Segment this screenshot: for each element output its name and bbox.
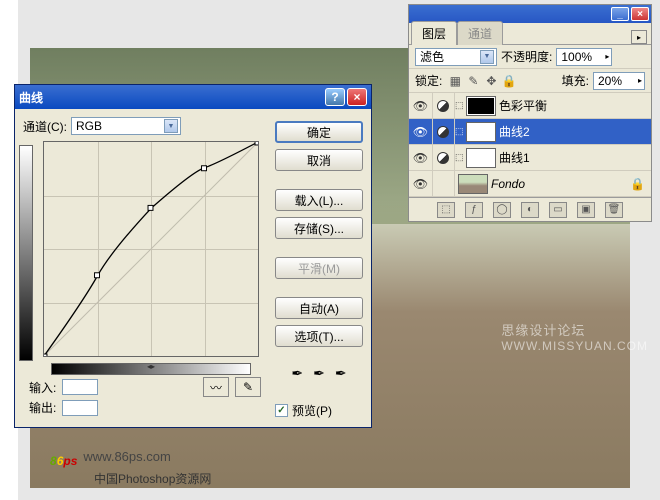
chevron-icon: ▸	[638, 76, 642, 85]
gray-point-eyedropper[interactable]: ✒	[313, 365, 325, 382]
options-button[interactable]: 选项(T)...	[275, 325, 363, 347]
chevron-down-icon: ▼	[480, 50, 494, 64]
adjustment-icon	[437, 126, 449, 138]
layer-row[interactable]: 👁 ⬚ 曲线1	[409, 145, 651, 171]
load-button[interactable]: 载入(L)...	[275, 189, 363, 211]
opacity-input[interactable]: 100% ▸	[556, 48, 612, 66]
watermark-missyuan: 思缘设计论坛 WWW.MISSYUAN.COM	[501, 320, 648, 353]
watermark-86ps: 86ps www.86ps.com 中国Photoshop资源网	[50, 440, 171, 472]
opacity-label: 不透明度:	[501, 48, 552, 65]
fill-label: 填充:	[562, 72, 589, 89]
dialog-title: 曲线	[19, 89, 43, 106]
link-icon: ⬚	[455, 126, 463, 137]
input-label: 输入:	[29, 379, 56, 396]
link-icon: ⬚	[455, 152, 463, 163]
layers-list: 👁 ⬚ 色彩平衡 👁 ⬚ 曲线2 👁 ⬚ 曲线1 👁 Fondo 🔒	[409, 93, 651, 197]
output-label: 输出:	[29, 399, 56, 416]
folder-button[interactable]: ▭	[549, 202, 567, 218]
lock-paint-icon[interactable]: ✎	[466, 74, 480, 88]
mask-thumb[interactable]	[466, 148, 496, 168]
auto-button[interactable]: 自动(A)	[275, 297, 363, 319]
visibility-toggle[interactable]: 👁	[409, 145, 433, 170]
curve-line[interactable]	[44, 142, 258, 356]
cancel-button[interactable]: 取消	[275, 149, 363, 171]
adjustment-button[interactable]: ◐	[521, 202, 539, 218]
black-point-eyedropper[interactable]: ✒	[291, 365, 303, 382]
layers-footer: ⬚ ƒ ◯ ◐ ▭ ▣ 🗑	[409, 197, 651, 221]
input-value[interactable]	[62, 379, 98, 395]
chevron-icon: ▸	[605, 52, 609, 61]
dialog-titlebar[interactable]: 曲线 ? ×	[15, 85, 371, 109]
lock-move-icon[interactable]: ✥	[484, 74, 498, 88]
layer-name: 曲线2	[499, 123, 530, 140]
visibility-toggle[interactable]: 👁	[409, 171, 433, 196]
blend-mode-value: 滤色	[420, 48, 444, 65]
help-button[interactable]: ?	[325, 88, 345, 106]
fx-button[interactable]: ƒ	[465, 202, 483, 218]
tab-channels[interactable]: 通道	[457, 21, 503, 45]
layer-row[interactable]: 👁 ⬚ 曲线2	[409, 119, 651, 145]
minimize-button[interactable]: _	[611, 7, 629, 21]
mask-thumb[interactable]	[466, 96, 496, 116]
panel-menu-button[interactable]: ▸	[631, 30, 647, 44]
output-value[interactable]	[62, 400, 98, 416]
smooth-button: 平滑(M)	[275, 257, 363, 279]
tab-layers[interactable]: 图层	[411, 21, 457, 45]
new-layer-button[interactable]: ▣	[577, 202, 595, 218]
lock-transparency-icon[interactable]: ▦	[448, 74, 462, 88]
lock-icon: 🔒	[630, 177, 645, 191]
lock-all-icon[interactable]: 🔒	[502, 74, 516, 88]
layer-name: Fondo	[491, 177, 525, 191]
chevron-down-icon: ▼	[164, 119, 178, 133]
preview-checkbox[interactable]: ✓	[275, 404, 288, 417]
pencil-mode-button[interactable]: ✎	[235, 377, 261, 397]
curve-mode-button[interactable]: 〰	[203, 377, 229, 397]
ok-button[interactable]: 确定	[275, 121, 363, 143]
close-button[interactable]: ×	[347, 88, 367, 106]
blend-mode-select[interactable]: 滤色 ▼	[415, 48, 497, 66]
channel-select[interactable]: RGB ▼	[71, 117, 181, 135]
layer-row[interactable]: 👁 Fondo 🔒	[409, 171, 651, 197]
link-layers-button[interactable]: ⬚	[437, 202, 455, 218]
eyedropper-group: ✒ ✒ ✒	[275, 365, 363, 382]
layer-name: 曲线1	[499, 149, 530, 166]
visibility-toggle[interactable]: 👁	[409, 119, 433, 144]
curves-dialog: 曲线 ? × 通道(C): RGB ▼	[14, 84, 372, 428]
layer-row[interactable]: 👁 ⬚ 色彩平衡	[409, 93, 651, 119]
input-gradient[interactable]: ◂▸	[51, 363, 251, 375]
white-point-eyedropper[interactable]: ✒	[335, 365, 347, 382]
layer-thumb[interactable]	[458, 174, 488, 194]
mask-button[interactable]: ◯	[493, 202, 511, 218]
preview-label: 预览(P)	[292, 402, 332, 419]
layer-name: 色彩平衡	[499, 97, 547, 114]
adjustment-icon	[437, 152, 449, 164]
channel-label: 通道(C):	[23, 118, 67, 135]
curves-grid[interactable]	[43, 141, 259, 357]
adjustment-icon	[437, 100, 449, 112]
lock-icons[interactable]: ▦ ✎ ✥ 🔒	[446, 74, 516, 88]
output-gradient	[19, 145, 33, 361]
visibility-toggle[interactable]: 👁	[409, 93, 433, 118]
save-button[interactable]: 存储(S)...	[275, 217, 363, 239]
trash-button[interactable]: 🗑	[605, 202, 623, 218]
close-button[interactable]: ×	[631, 7, 649, 21]
fill-input[interactable]: 20% ▸	[593, 72, 645, 90]
lock-label: 锁定:	[415, 72, 442, 89]
mask-thumb[interactable]	[466, 122, 496, 142]
layers-panel: _ × 图层 通道 ▸ 滤色 ▼ 不透明度: 100% ▸ 锁定: ▦ ✎ ✥ …	[408, 4, 652, 222]
link-icon: ⬚	[455, 100, 463, 111]
